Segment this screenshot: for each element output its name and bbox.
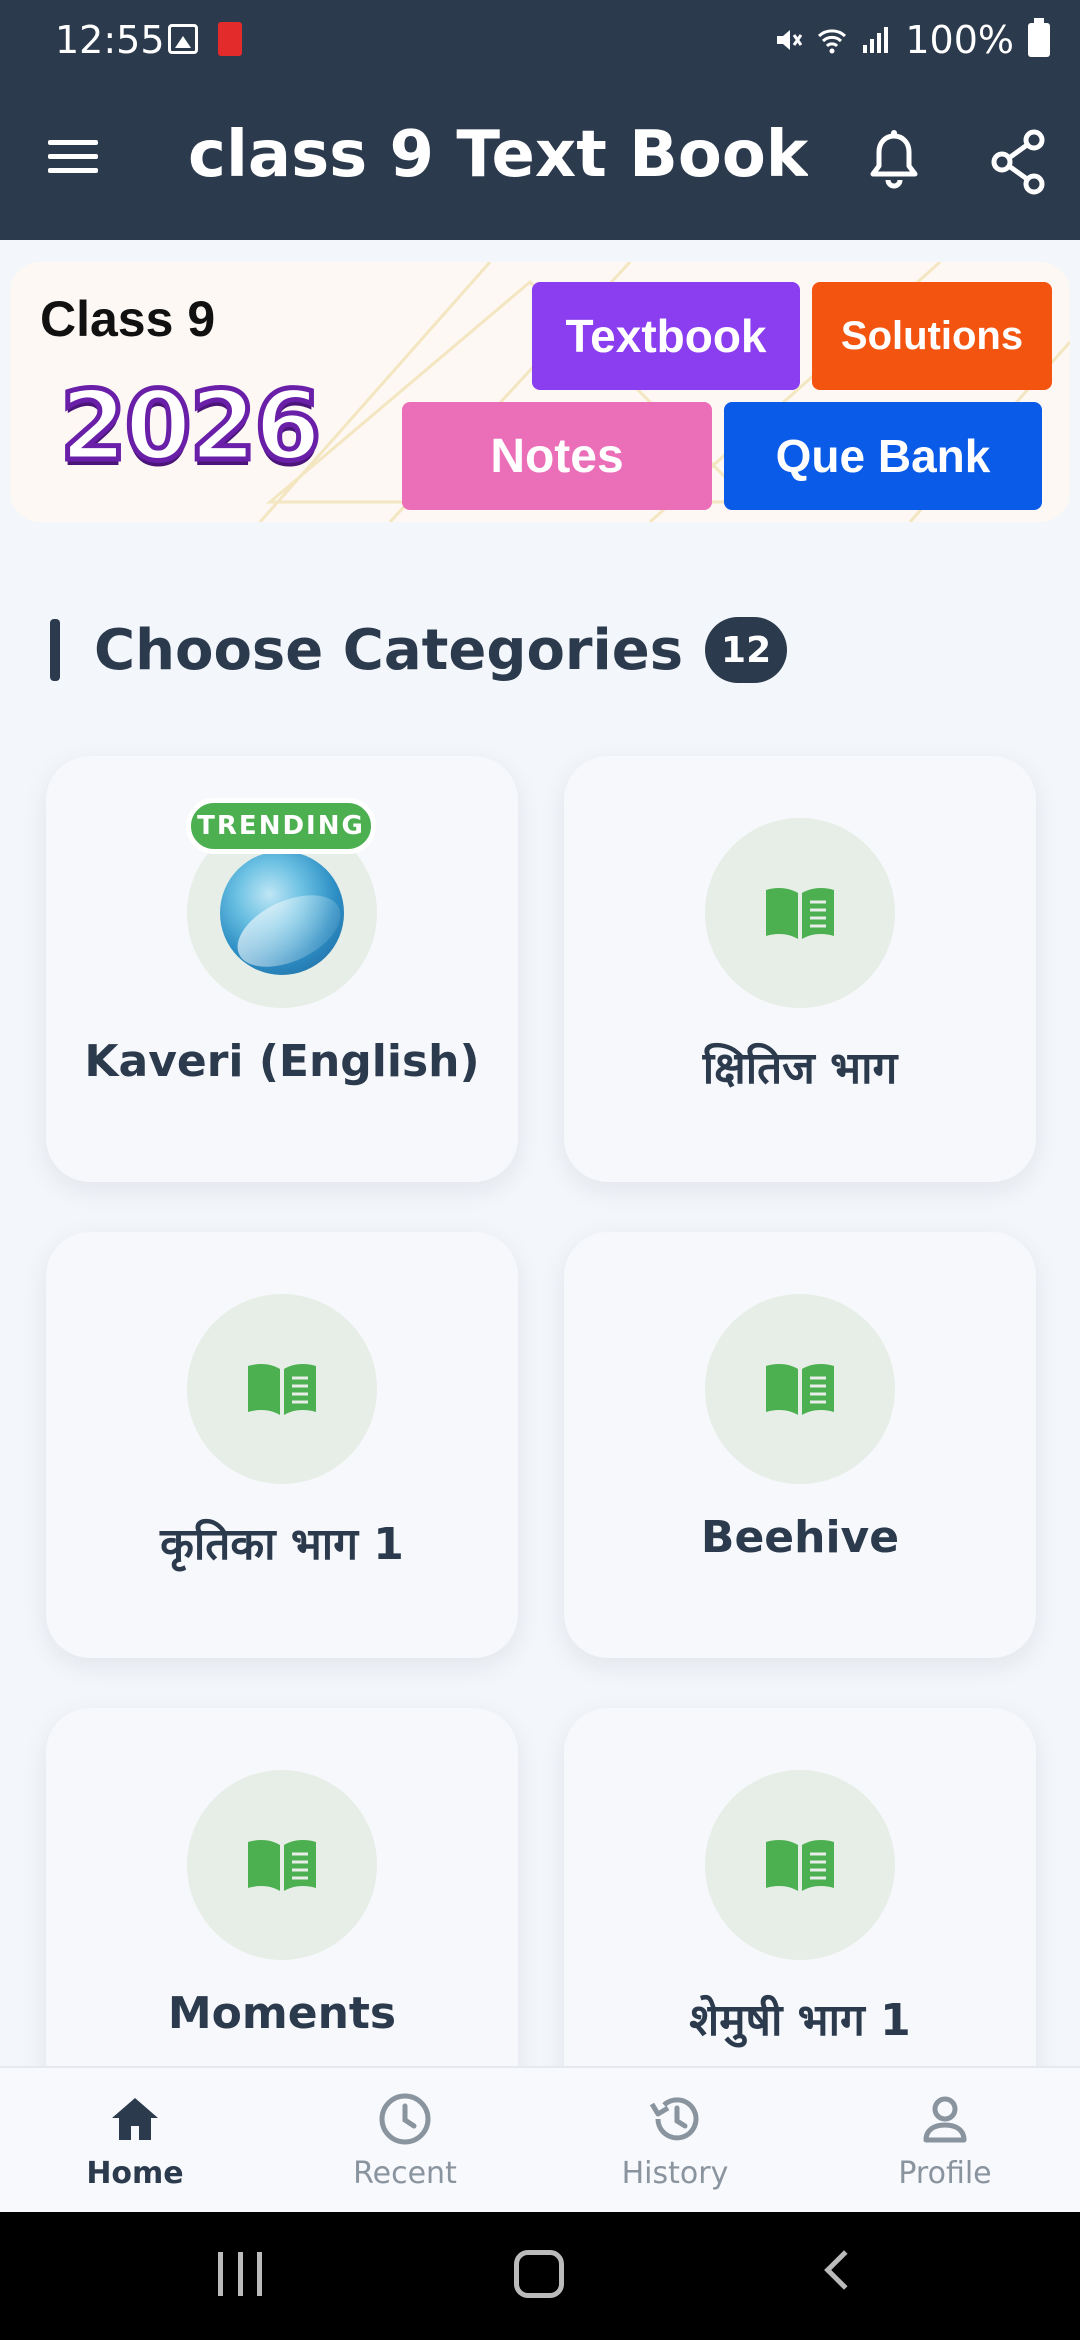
signal-icon [863, 27, 889, 53]
clock-icon [379, 2093, 431, 2144]
book-open-icon [766, 1364, 834, 1415]
category-card-beehive[interactable]: Beehive [564, 1232, 1036, 1658]
status-time: 12:55 [55, 18, 165, 62]
battery-icon [1028, 18, 1050, 57]
home-system-button[interactable] [514, 2250, 564, 2298]
nav-home[interactable]: Home [0, 2068, 270, 2212]
que-bank-button[interactable]: Que Bank [724, 402, 1042, 510]
book-open-icon [766, 1840, 834, 1891]
bell-icon [870, 130, 918, 189]
bottom-nav: Home Recent History Profile [0, 2066, 1080, 2212]
category-name: Kaveri (English) [84, 1036, 480, 1087]
nav-label: Home [86, 2155, 184, 2191]
nav-label: Recent [353, 2155, 457, 2191]
book-open-icon [248, 1364, 316, 1415]
category-icon-circle [187, 1770, 377, 1960]
category-count-badge: 12 [705, 617, 788, 683]
share-icon [991, 129, 1045, 195]
category-name: Beehive [700, 1512, 900, 1563]
share-button[interactable] [988, 126, 1048, 196]
person-icon [923, 2096, 967, 2142]
mute-icon [777, 30, 803, 50]
category-icon-circle [705, 818, 895, 1008]
book-open-icon [248, 1840, 316, 1891]
nav-profile[interactable]: Profile [810, 2068, 1080, 2212]
page-title: class 9 Text Book... [188, 118, 808, 192]
nav-history[interactable]: History [540, 2068, 810, 2212]
book-cover-image [220, 851, 344, 975]
menu-button[interactable] [48, 140, 98, 180]
banner-class-label: Class 9 [40, 291, 216, 347]
battery-percent: 100% [905, 18, 1014, 62]
recent-apps-button[interactable] [218, 2252, 262, 2296]
wifi-icon [818, 29, 847, 54]
book-open-icon [766, 888, 834, 939]
system-nav-bar [0, 2212, 1080, 2340]
section-header: Choose Categories 12 [50, 610, 788, 690]
notifications-button[interactable] [864, 126, 924, 196]
app-notification-icon [218, 22, 242, 56]
home-icon [112, 2097, 158, 2140]
category-name: Moments [167, 1988, 397, 2039]
solutions-button[interactable]: Solutions [812, 282, 1052, 390]
category-icon-circle [705, 1770, 895, 1960]
gallery-notification-icon [168, 24, 198, 54]
trending-badge: TRENDING [186, 798, 376, 854]
banner-year: 2026 [57, 368, 323, 485]
promo-banner[interactable]: Class 9 2026 Textbook Solutions Notes Qu… [10, 262, 1070, 522]
category-icon-circle [705, 1294, 895, 1484]
nav-label: History [621, 2155, 729, 2191]
back-button[interactable] [824, 2250, 864, 2290]
category-name: शेमुषी भाग 1 [689, 1995, 911, 2046]
category-card-kaveri[interactable]: TRENDING Kaveri (English) [46, 756, 518, 1182]
status-right: 100% [773, 18, 1050, 62]
menu-icon [48, 140, 98, 145]
category-card-kshitij[interactable]: क्षितिज भाग [564, 756, 1036, 1182]
nav-label: Profile [898, 2155, 992, 2191]
status-bar: 12:55 100% [0, 0, 1080, 82]
textbook-button[interactable]: Textbook [532, 282, 800, 390]
category-name: क्षितिज भाग [702, 1043, 898, 1094]
category-card-kritika[interactable]: कृतिका भाग 1 [46, 1232, 518, 1658]
section-title: Choose Categories [94, 617, 684, 683]
category-name: कृतिका भाग 1 [160, 1519, 404, 1570]
notes-button[interactable]: Notes [402, 402, 712, 510]
nav-recent[interactable]: Recent [270, 2068, 540, 2212]
section-accent-bar [50, 619, 60, 681]
history-icon [649, 2096, 699, 2140]
app-bar: class 9 Text Book... [0, 82, 1080, 240]
category-icon-circle [187, 1294, 377, 1484]
